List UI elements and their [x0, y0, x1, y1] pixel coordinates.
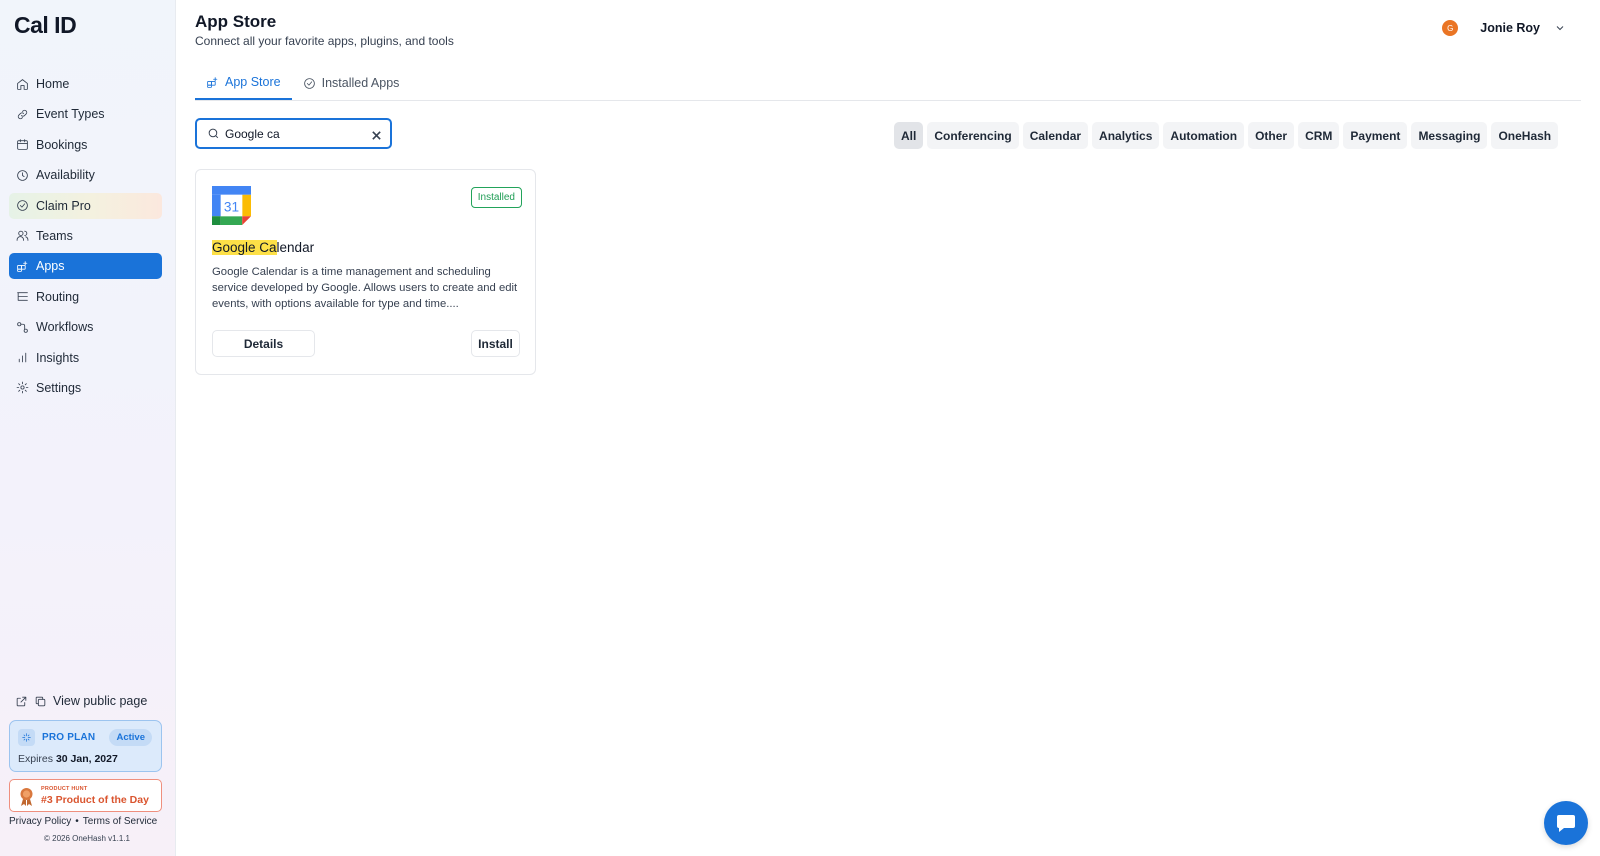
app-name-rest: lendar — [276, 240, 315, 255]
calendar-icon — [16, 138, 29, 151]
tab-installed-apps[interactable]: Installed Apps — [292, 66, 411, 100]
sidebar-item-apps[interactable]: Apps — [9, 253, 162, 280]
pro-plan-header: PRO PLAN — [18, 729, 95, 746]
details-button[interactable]: Details — [212, 330, 315, 357]
sidebar-item-label: Routing — [36, 289, 80, 304]
copyright-text: © 2026 OneHash v1.1.1 — [44, 834, 130, 843]
close-icon — [372, 131, 381, 140]
view-public-page-link[interactable]: View public page — [15, 694, 147, 708]
clear-search-button[interactable] — [371, 128, 382, 140]
page-subtitle: Connect all your favorite apps, plugins,… — [195, 34, 454, 48]
pro-plan-title: PRO PLAN — [42, 732, 96, 743]
sidebar-nav: Home Event Types Bookings Availability C… — [9, 71, 162, 405]
terms-of-service-link[interactable]: Terms of Service — [83, 816, 157, 827]
filter-automation[interactable]: Automation — [1163, 122, 1245, 149]
app-logo[interactable]: Cal ID — [14, 12, 77, 39]
sidebar-item-label: Claim Pro — [36, 198, 91, 213]
grid-plus-icon — [16, 260, 29, 273]
clock-icon — [16, 169, 29, 182]
calendar-day-number: 31 — [224, 199, 239, 214]
sidebar-item-label: Availability — [36, 168, 95, 183]
privacy-policy-link[interactable]: Privacy Policy — [9, 816, 71, 827]
sidebar: Cal ID Home Event Types Bookings Availab… — [0, 0, 176, 856]
sidebar-item-label: Bookings — [36, 137, 88, 152]
plan-expiry-label: Expires — [18, 753, 54, 765]
sidebar-item-availability[interactable]: Availability — [9, 162, 162, 188]
sidebar-item-insights[interactable]: Insights — [9, 345, 162, 371]
check-circle-icon — [303, 77, 315, 89]
filter-payment[interactable]: Payment — [1343, 122, 1408, 149]
badge-check-icon — [16, 199, 29, 212]
search-highlight: Google Ca — [212, 240, 277, 255]
filter-calendar[interactable]: Calendar — [1022, 122, 1089, 149]
gear-icon — [16, 381, 29, 394]
sparkle-icon — [18, 729, 35, 746]
app-description: Google Calendar is a time management and… — [212, 266, 518, 310]
sidebar-item-label: Insights — [36, 350, 80, 365]
pro-plan-card[interactable]: PRO PLAN Active Expires 30 Jan, 2027 — [9, 720, 162, 772]
filter-all[interactable]: All — [894, 122, 924, 149]
link-icon — [16, 108, 29, 121]
footer-links: Privacy Policy • Terms of Service — [9, 816, 157, 827]
tab-app-store[interactable]: App Store — [195, 66, 292, 100]
sidebar-item-workflows[interactable]: Workflows — [9, 314, 162, 340]
product-hunt-label: PRODUCT HUNT — [41, 786, 88, 792]
page-title: App Store — [195, 12, 277, 31]
medal-icon — [20, 788, 33, 806]
tabs: App Store Installed Apps — [195, 66, 1581, 101]
chat-support-button[interactable] — [1544, 801, 1588, 845]
chat-bubble-icon — [1557, 815, 1575, 832]
filter-crm[interactable]: CRM — [1298, 122, 1340, 149]
view-public-page-label: View public page — [53, 694, 148, 708]
sidebar-item-label: Event Types — [36, 107, 105, 122]
install-button[interactable]: Install — [471, 330, 520, 357]
external-link-icon — [16, 696, 27, 706]
sidebar-item-claim-pro[interactable]: Claim Pro — [9, 192, 162, 219]
app-card[interactable]: 31 Installed Google Calendar Google Cale… — [195, 169, 536, 375]
tab-label: App Store — [225, 75, 281, 89]
grid-plus-icon — [207, 76, 218, 88]
filter-analytics[interactable]: Analytics — [1092, 122, 1160, 149]
sidebar-item-label: Settings — [36, 380, 82, 395]
list-tree-icon — [16, 290, 29, 303]
search-input[interactable] — [225, 126, 365, 141]
sidebar-item-label: Workflows — [36, 320, 94, 335]
search-icon — [208, 128, 219, 139]
user-name: Jonie Roy — [1480, 21, 1540, 35]
sidebar-item-bookings[interactable]: Bookings — [9, 132, 162, 158]
filter-conferencing[interactable]: Conferencing — [927, 122, 1019, 149]
sidebar-item-label: Teams — [36, 228, 73, 243]
sidebar-item-routing[interactable]: Routing — [9, 284, 162, 310]
home-icon — [16, 78, 29, 91]
users-icon — [16, 229, 29, 242]
search-box[interactable] — [195, 118, 392, 149]
footer-separator: • — [75, 816, 79, 827]
main-content: App Store Connect all your favorite apps… — [176, 0, 1600, 856]
filter-messaging[interactable]: Messaging — [1411, 122, 1488, 149]
google-calendar-icon: 31 — [212, 186, 251, 225]
copy-icon[interactable] — [34, 695, 47, 708]
avatar: G — [1442, 20, 1459, 36]
filter-onehash[interactable]: OneHash — [1491, 122, 1559, 149]
sidebar-item-label: Apps — [36, 259, 65, 274]
product-hunt-rank: #3 Product of the Day — [41, 794, 149, 806]
workflow-icon — [16, 321, 29, 334]
installed-badge: Installed — [470, 187, 522, 208]
plan-expiry: Expires 30 Jan, 2027 — [18, 753, 118, 765]
chevron-down-icon — [1556, 26, 1564, 31]
sidebar-item-teams[interactable]: Teams — [9, 223, 162, 249]
sidebar-item-event-types[interactable]: Event Types — [9, 101, 162, 127]
sidebar-item-settings[interactable]: Settings — [9, 375, 162, 401]
tab-label: Installed Apps — [321, 76, 400, 90]
sidebar-item-home[interactable]: Home — [9, 71, 162, 97]
plan-expiry-date: 30 Jan, 2027 — [55, 753, 118, 765]
plan-status-badge: Active — [109, 729, 152, 746]
bar-chart-icon — [16, 351, 29, 364]
sidebar-item-label: Home — [36, 77, 70, 91]
user-menu[interactable]: G Jonie Roy — [1442, 20, 1566, 36]
filter-other[interactable]: Other — [1248, 122, 1295, 149]
app-name: Google Calendar — [212, 240, 314, 255]
category-filters: All Conferencing Calendar Analytics Auto… — [894, 122, 1562, 149]
product-hunt-badge[interactable]: PRODUCT HUNT #3 Product of the Day — [9, 779, 162, 812]
